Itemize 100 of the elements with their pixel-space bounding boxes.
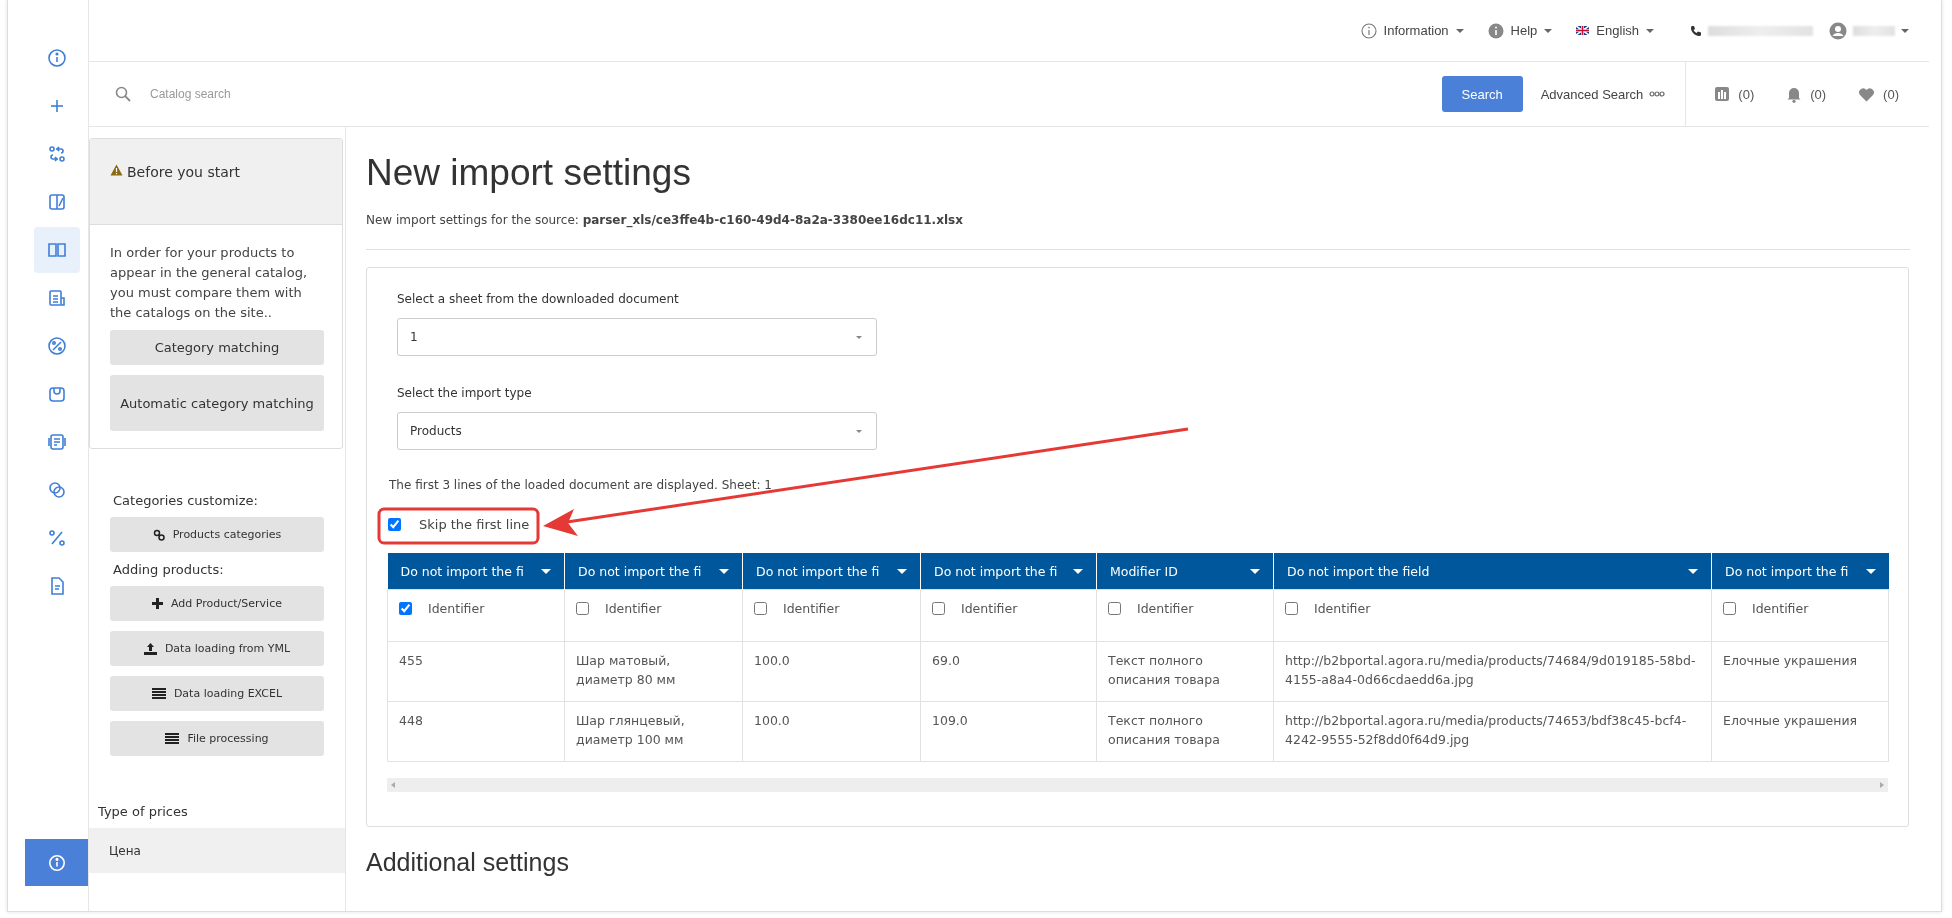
info-icon (1360, 22, 1377, 39)
plus-icon (152, 598, 164, 609)
table-cell: http://b2bportal.agora.ru/media/products/74653/bdf38c45-bcf4-4242-9555-52f8dd0f64d9.jpg (1273, 701, 1712, 762)
table-cell: Елочные украшения (1711, 701, 1889, 762)
caret-icon (1544, 28, 1553, 33)
warning-icon (110, 164, 123, 176)
advanced-search-link[interactable]: Advanced Search (1540, 86, 1686, 102)
page-subtitle: New import settings for the source: parser_xls/ce3ffe4b-c160-49d4-8a2a-3380ee16dc11.xlsx (366, 213, 964, 227)
table-cell: 69.0 (920, 641, 1097, 702)
section-heading: Adding products: (113, 562, 225, 577)
link-icon (152, 528, 165, 541)
field-label: Select the import type (397, 386, 532, 400)
table-cell: 100.0 (742, 701, 921, 762)
counter-link[interactable]: (0) (1786, 85, 1827, 103)
table-cell: Текст полного описания товара (1096, 641, 1274, 702)
upload-icon (143, 642, 157, 655)
caret-icon[interactable] (1901, 28, 1909, 33)
table-cell: 100.0 (742, 641, 921, 702)
checkbox-label: Identifier (783, 600, 840, 618)
caret-icon (856, 335, 862, 339)
table-cell: Шар матовый, диаметр 80 мм (564, 641, 743, 702)
user-icon[interactable] (1829, 21, 1847, 40)
caret-icon (1646, 28, 1654, 33)
sidebar-button[interactable]: Products categories (110, 517, 324, 552)
checkbox-label: Identifier (1137, 600, 1194, 618)
table-cell: 455 (387, 641, 565, 702)
column-header[interactable]: Do not import the fi (920, 553, 1097, 590)
checkbox-label: Identifier (1314, 600, 1371, 618)
bell-icon (1786, 85, 1803, 103)
table-cell: Текст полного описания товара (1096, 701, 1274, 762)
import-type-dropdown[interactable]: Products (397, 412, 877, 450)
sidebar-button[interactable]: Data loading from YML (110, 631, 324, 666)
identifier-checkbox[interactable] (1723, 602, 1736, 615)
horizontal-scrollbar[interactable] (387, 778, 1888, 792)
notice-title: Before you start (127, 164, 240, 180)
column-header[interactable]: Do not import the fi (387, 553, 565, 590)
chart-icon (1714, 86, 1731, 102)
info-button[interactable] (25, 839, 88, 886)
open-book-icon (47, 240, 67, 260)
identifier-checkbox[interactable] (399, 602, 412, 615)
field-label: Select a sheet from the downloaded document (397, 292, 679, 306)
top-menu-link[interactable]: Information (1360, 22, 1464, 39)
table-cell: http://b2bportal.agora.ru/media/products/74684/9d019185-58bd-4155-a8a4-0d66cdaedd6a.jpg (1273, 641, 1712, 702)
column-header[interactable]: Do not import the fi (564, 553, 743, 590)
notice-text: In order for your products to appear in the general catalog, you must compare them with the catalogs on the site.. (110, 244, 309, 322)
price-type-item[interactable]: Цена (89, 828, 345, 873)
identifier-checkbox[interactable] (1108, 602, 1121, 615)
search-icon (115, 86, 131, 102)
section-title: Additional settings (366, 848, 570, 877)
info-icon (1487, 22, 1504, 39)
document-list-icon (47, 432, 67, 452)
section-heading: Type of prices (98, 804, 189, 819)
matching-button[interactable]: Category matching (110, 330, 324, 365)
info-icon (47, 48, 67, 68)
sidebar-button[interactable]: Add Product/Service (110, 586, 324, 621)
column-header[interactable]: Modifier ID (1096, 553, 1274, 590)
matching-button[interactable]: Automatic category matching (110, 375, 324, 431)
checkbox-label: Identifier (605, 600, 662, 618)
checkbox-label: Identifier (961, 600, 1018, 618)
swap-icon (47, 144, 67, 164)
chat-icon (47, 480, 67, 500)
flag-icon (1576, 26, 1590, 35)
table-cell: 448 (387, 701, 565, 762)
caret-icon (1455, 28, 1464, 33)
heart-icon (1858, 86, 1876, 102)
percent-icon (47, 528, 67, 548)
bag-icon (47, 384, 67, 404)
redacted-user-name (1853, 25, 1895, 36)
column-header[interactable]: Do not import the fi (742, 553, 921, 590)
counter-link[interactable]: (0) (1714, 86, 1755, 102)
checkbox-label: Skip the first line (419, 517, 530, 532)
section-heading: Categories customize: (113, 493, 259, 508)
identifier-checkbox[interactable] (576, 602, 589, 615)
book-edit-icon (47, 192, 67, 212)
search-button[interactable]: Search (1441, 76, 1523, 112)
column-header[interactable]: Do not import the field (1273, 553, 1712, 590)
checkbox-label: Identifier (428, 600, 485, 618)
info-icon (47, 853, 66, 872)
identifier-checkbox[interactable] (1285, 602, 1298, 615)
skip-first-line-checkbox[interactable] (388, 518, 401, 531)
table-cell: Елочные украшения (1711, 641, 1889, 702)
list-icon (151, 688, 166, 699)
counter-link[interactable]: (0) (1858, 86, 1899, 102)
page-title: New import settings (366, 151, 692, 195)
sidebar-button[interactable]: File processing (110, 721, 324, 756)
column-header[interactable]: Do not import the fi (1711, 553, 1889, 590)
rail-item[interactable] (34, 227, 80, 273)
list-icon (165, 733, 180, 744)
table-cell: 109.0 (920, 701, 1097, 762)
clipboard-icon (47, 288, 67, 308)
percent-circle-icon (47, 336, 67, 356)
checkbox-label: Identifier (1752, 600, 1809, 618)
identifier-checkbox[interactable] (932, 602, 945, 615)
sidebar-button[interactable]: Data loading EXCEL (110, 676, 324, 711)
top-menu-link[interactable]: English (1576, 23, 1654, 38)
top-menu-link[interactable]: Help (1487, 22, 1553, 39)
sheet-dropdown[interactable]: 1 (397, 318, 877, 356)
info-text: The first 3 lines of the loaded document are displayed. Sheet: 1 (389, 478, 772, 492)
identifier-checkbox[interactable] (754, 602, 767, 615)
table-cell: Шар глянцевый, диаметр 100 мм (564, 701, 743, 762)
